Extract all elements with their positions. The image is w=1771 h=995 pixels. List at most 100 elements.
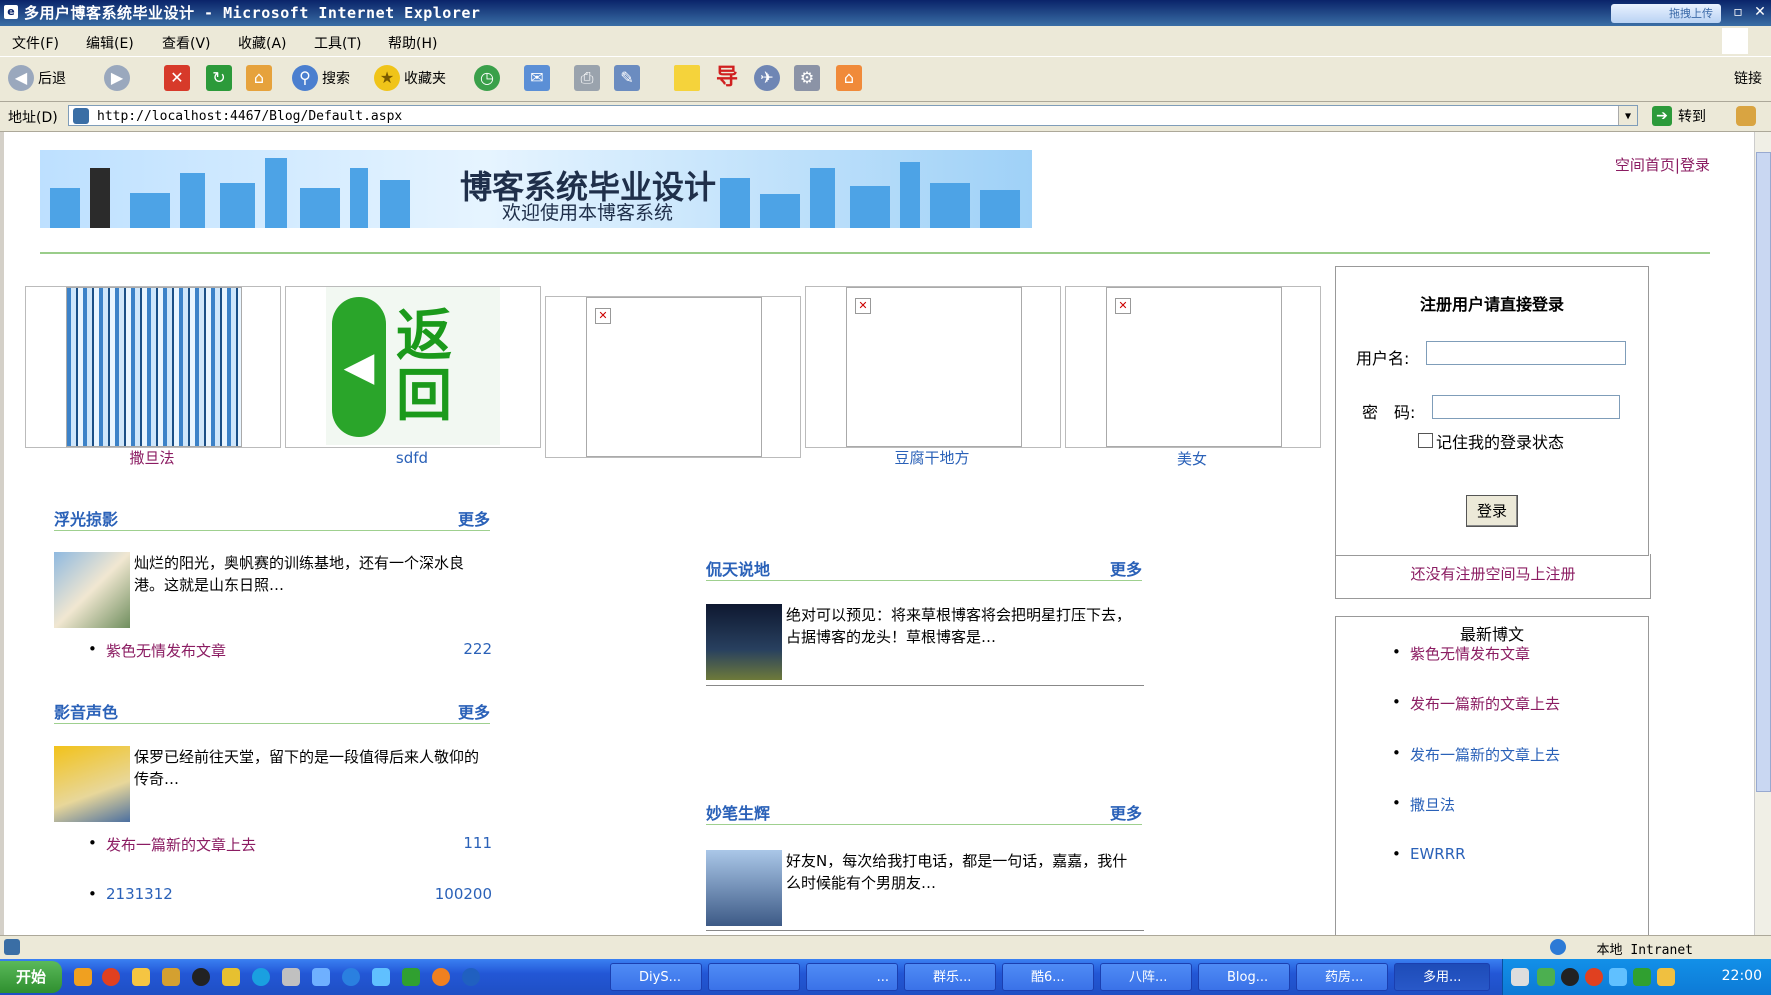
- register-link[interactable]: 还没有注册空间马上注册: [1335, 554, 1651, 599]
- list-item[interactable]: 紫色无情发布文章 222: [88, 640, 492, 661]
- quicklaunch-icon[interactable]: [372, 968, 390, 986]
- tray-icon[interactable]: [1585, 968, 1603, 986]
- history-button[interactable]: ◷: [474, 63, 504, 93]
- article-summary[interactable]: 绝对可以预见：将来草根博客将会把明星打压下去，占据博客的龙头！草根博客是…: [786, 604, 1142, 648]
- quicklaunch-icon[interactable]: [282, 968, 300, 986]
- gallery-item[interactable]: ✕: [805, 286, 1061, 448]
- article-summary[interactable]: 好友N，每次给我打电话，都是一句话，嘉嘉，我什么时候能有个男朋友…: [786, 850, 1142, 894]
- gallery-caption[interactable]: sdfd: [285, 449, 539, 467]
- menu-file[interactable]: 文件(F): [12, 33, 59, 53]
- tray-icon[interactable]: [1633, 968, 1651, 986]
- tools-button[interactable]: ⚙: [794, 63, 824, 93]
- gallery-caption[interactable]: 豆腐干地方: [805, 447, 1059, 468]
- tray-icon[interactable]: [1657, 968, 1675, 986]
- latest-post-link[interactable]: 发布一篇新的文章上去: [1392, 693, 1560, 714]
- menu-edit[interactable]: 编辑(E): [86, 33, 134, 53]
- quicklaunch-icon[interactable]: [402, 968, 420, 986]
- latest-post-link[interactable]: 紫色无情发布文章: [1392, 643, 1530, 664]
- close-icon[interactable]: ✕: [1751, 3, 1769, 21]
- house-button[interactable]: ⌂: [836, 63, 866, 93]
- taskbar-task[interactable]: [708, 963, 800, 991]
- list-item[interactable]: 2131312 100200: [88, 885, 492, 903]
- quicklaunch-icon[interactable]: [312, 968, 330, 986]
- article-thumbnail[interactable]: [706, 850, 782, 926]
- latest-post-link[interactable]: EWRRR: [1392, 845, 1465, 863]
- section-title[interactable]: 侃天说地: [706, 556, 770, 580]
- gallery-item[interactable]: ✕: [1065, 286, 1321, 448]
- quicklaunch-icon[interactable]: [74, 968, 92, 986]
- links-label[interactable]: 链接: [1734, 63, 1762, 93]
- taskbar-task[interactable]: 八阵...: [1100, 963, 1192, 991]
- menu-view[interactable]: 查看(V): [162, 33, 211, 53]
- section-title[interactable]: 妙笔生辉: [706, 800, 770, 824]
- messenger-button[interactable]: ✈: [754, 63, 784, 93]
- quicklaunch-icon[interactable]: [462, 968, 480, 986]
- search-button[interactable]: ⚲ 搜索: [292, 63, 350, 93]
- stop-button[interactable]: ✕: [164, 63, 194, 93]
- taskbar-task[interactable]: 酷6...: [1002, 963, 1094, 991]
- ie-quicklaunch-icon[interactable]: [342, 968, 360, 986]
- gallery-caption[interactable]: 撒旦法: [25, 447, 279, 468]
- more-link[interactable]: 更多: [1110, 556, 1142, 580]
- article-thumbnail[interactable]: [54, 552, 130, 628]
- qq-icon[interactable]: [192, 968, 210, 986]
- article-summary[interactable]: 保罗已经前往天堂，留下的是一段值得后来人敬仰的传奇…: [134, 746, 490, 790]
- refresh-button[interactable]: ↻: [206, 63, 236, 93]
- more-link[interactable]: 更多: [458, 699, 490, 723]
- menu-help[interactable]: 帮助(H): [388, 33, 437, 53]
- latest-post-link[interactable]: 发布一篇新的文章上去: [1392, 744, 1560, 765]
- quicklaunch-icon[interactable]: [162, 968, 180, 986]
- login-link[interactable]: 登录: [1680, 156, 1710, 174]
- article-thumbnail[interactable]: [54, 746, 130, 822]
- latest-post-link[interactable]: 撒旦法: [1392, 794, 1455, 815]
- edit-button[interactable]: ✎: [614, 63, 644, 93]
- list-item[interactable]: 发布一篇新的文章上去 111: [88, 834, 492, 855]
- tray-icon[interactable]: [1609, 968, 1627, 986]
- gallery-item[interactable]: ✕: [545, 296, 801, 458]
- home-button[interactable]: ⌂: [246, 63, 276, 93]
- restore-icon[interactable]: ▫: [1729, 3, 1747, 21]
- address-input[interactable]: http://localhost:4467/Blog/Default.aspx …: [68, 105, 1638, 126]
- taskbar-task[interactable]: Blog...: [1198, 963, 1290, 991]
- tray-icon[interactable]: [1537, 968, 1555, 986]
- section-title[interactable]: 浮光掠影: [54, 506, 118, 530]
- address-dropdown-icon[interactable]: ▼: [1618, 106, 1637, 125]
- scrollbar-thumb[interactable]: [1756, 152, 1771, 792]
- favorites-button[interactable]: ★ 收藏夹: [374, 63, 446, 93]
- remember-label[interactable]: 记住我的登录状态: [1436, 429, 1564, 453]
- menu-tools[interactable]: 工具(T): [314, 33, 361, 53]
- article-thumbnail[interactable]: [706, 604, 782, 680]
- go-button[interactable]: ➔ 转到: [1652, 105, 1706, 127]
- export-button[interactable]: 导: [714, 63, 744, 93]
- tray-icon[interactable]: [1561, 968, 1579, 986]
- start-button[interactable]: 开始: [0, 961, 62, 993]
- note-button[interactable]: [674, 63, 704, 93]
- mail-button[interactable]: ✉: [524, 63, 554, 93]
- quicklaunch-icon[interactable]: [252, 968, 270, 986]
- taskbar-task[interactable]: DiyS...: [610, 963, 702, 991]
- more-link[interactable]: 更多: [1110, 800, 1142, 824]
- forward-button[interactable]: ▶: [104, 63, 134, 93]
- back-button[interactable]: ◀ 后退: [8, 63, 66, 93]
- gallery-item[interactable]: [25, 286, 281, 448]
- more-link[interactable]: 更多: [458, 506, 490, 530]
- upload-button[interactable]: 拖拽上传: [1611, 4, 1721, 23]
- article-summary[interactable]: 灿烂的阳光，奥帆赛的训练基地，还有一个深水良港。这就是山东日照…: [134, 552, 490, 596]
- login-button[interactable]: 登录: [1466, 495, 1518, 527]
- username-input[interactable]: [1426, 341, 1626, 365]
- menu-favorites[interactable]: 收藏(A): [238, 33, 287, 53]
- addon-icon[interactable]: [1736, 106, 1756, 126]
- gallery-item[interactable]: ◀ 返回: [285, 286, 541, 448]
- remember-checkbox[interactable]: [1418, 433, 1433, 448]
- section-title[interactable]: 影音声色: [54, 699, 118, 723]
- tray-icon[interactable]: [1511, 968, 1529, 986]
- taskbar-task[interactable]: ...: [806, 963, 898, 991]
- quicklaunch-icon[interactable]: [222, 968, 240, 986]
- password-input[interactable]: [1432, 395, 1620, 419]
- taskbar-task-active[interactable]: 多用...: [1394, 963, 1490, 991]
- quicklaunch-icon[interactable]: [132, 968, 150, 986]
- quicklaunch-icon[interactable]: [102, 968, 120, 986]
- gallery-caption[interactable]: 美女: [1065, 448, 1319, 469]
- vertical-scrollbar[interactable]: [1754, 132, 1771, 935]
- taskbar-task[interactable]: 药房...: [1296, 963, 1388, 991]
